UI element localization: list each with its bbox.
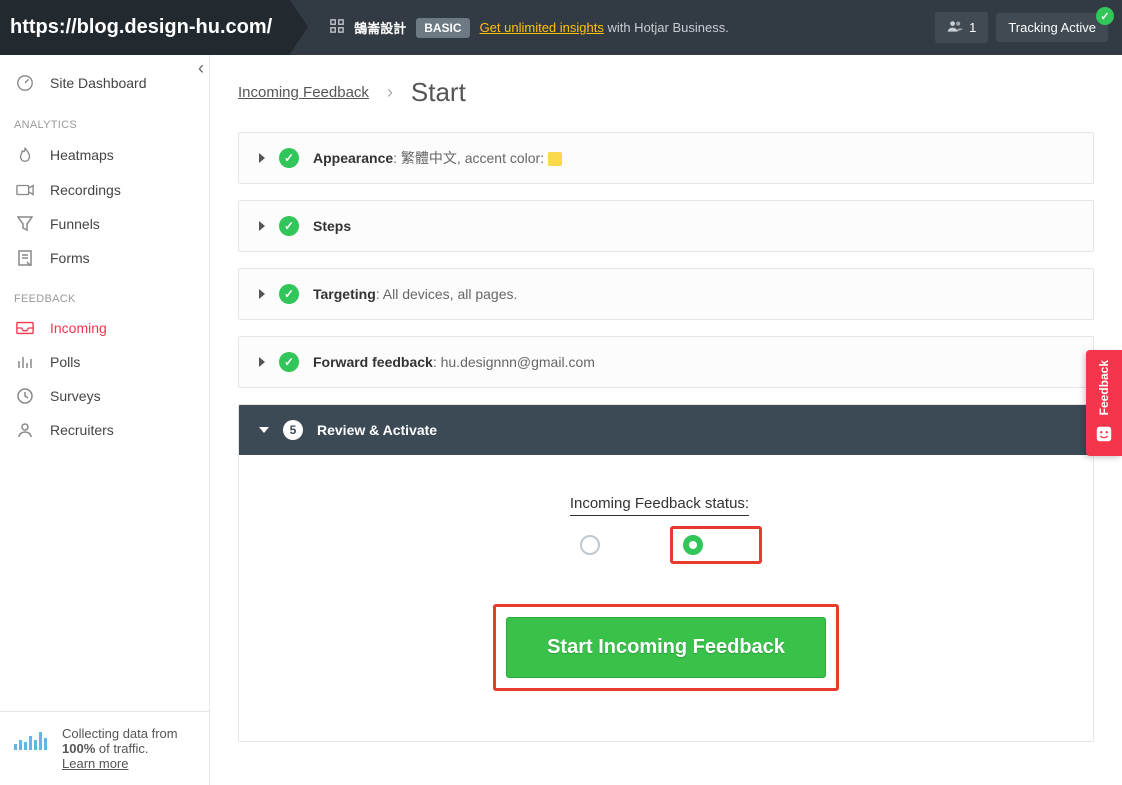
panel-subtitle: : 繁體中文, accent color: xyxy=(393,150,548,166)
radio-icon xyxy=(580,535,600,555)
start-highlight: Start Incoming Feedback xyxy=(493,604,839,691)
caret-right-icon xyxy=(259,221,265,231)
panel-title: Steps xyxy=(313,218,351,234)
sidebar-item-polls[interactable]: Polls xyxy=(0,345,209,379)
sidebar-item-label: Funnels xyxy=(50,216,100,232)
content: Incoming Feedback › Start ✓ Appearance: … xyxy=(210,55,1122,785)
flame-icon xyxy=(14,146,36,164)
panel-title: Targeting xyxy=(313,286,376,302)
upgrade-suffix: with Hotjar Business. xyxy=(604,20,729,35)
sidebar-item-label: Site Dashboard xyxy=(50,75,147,91)
feedback-tab-label: Feedback xyxy=(1097,360,1111,415)
panel-subtitle: : All devices, all pages. xyxy=(376,286,518,302)
panel-review-body: Incoming Feedback status: Inactive Activ… xyxy=(239,455,1093,741)
sidebar-item-recordings[interactable]: Recordings xyxy=(0,173,209,207)
sidebar-item-label: Recruiters xyxy=(50,422,114,438)
top-bar: https://blog.design-hu.com/ 鵠崙設計 BASIC G… xyxy=(0,0,1122,55)
site-name[interactable]: 鵠崙設計 xyxy=(354,18,406,37)
funnel-icon xyxy=(14,216,36,232)
sidebar-item-recruiters[interactable]: Recruiters xyxy=(0,413,209,447)
site-url[interactable]: https://blog.design-hu.com/ xyxy=(0,0,290,55)
radio-label: Active xyxy=(711,537,749,553)
radio-label: Inactive xyxy=(608,537,656,553)
sidebar-item-forms[interactable]: Forms xyxy=(0,241,209,275)
footer-line1: Collecting data from xyxy=(62,726,178,741)
breadcrumb-current: Start xyxy=(411,77,466,108)
tracking-label: Tracking Active xyxy=(1008,20,1096,35)
breadcrumb-parent[interactable]: Incoming Feedback xyxy=(238,84,369,101)
sidebar-item-label: Incoming xyxy=(50,320,107,336)
upgrade-message: Get unlimited insights with Hotjar Busin… xyxy=(480,20,729,35)
caret-down-icon xyxy=(259,427,269,433)
feedback-tab[interactable]: Feedback xyxy=(1086,350,1122,456)
sidebar-item-surveys[interactable]: Surveys xyxy=(0,379,209,413)
plan-badge: BASIC xyxy=(416,18,469,38)
start-button[interactable]: Start Incoming Feedback xyxy=(506,617,826,678)
panel-appearance[interactable]: ✓ Appearance: 繁體中文, accent color: xyxy=(238,132,1094,184)
radio-active[interactable]: Active xyxy=(670,526,762,564)
sidebar-item-label: Recordings xyxy=(50,182,121,198)
user-count: 1 xyxy=(969,20,976,35)
panel-title: Forward feedback xyxy=(313,354,433,370)
status-label: Incoming Feedback status: xyxy=(570,495,749,516)
chart-icon xyxy=(14,354,36,370)
sidebar-item-dashboard[interactable]: Site Dashboard xyxy=(0,65,209,101)
color-swatch xyxy=(548,152,562,166)
users-icon xyxy=(947,19,963,36)
grid-icon xyxy=(330,19,344,36)
sidebar-item-incoming[interactable]: Incoming xyxy=(0,311,209,345)
panel-review-head[interactable]: 5 Review & Activate xyxy=(239,405,1093,455)
tracking-pill[interactable]: Tracking Active ✓ xyxy=(996,13,1108,42)
check-icon: ✓ xyxy=(1096,7,1114,25)
group-analytics: ANALYTICS xyxy=(14,119,209,131)
top-center: 鵠崙設計 BASIC Get unlimited insights with H… xyxy=(330,18,729,38)
users-pill[interactable]: 1 xyxy=(935,12,988,43)
sidebar: ‹ Site Dashboard ANALYTICS Heatmaps Reco… xyxy=(0,55,210,785)
check-icon: ✓ xyxy=(279,216,299,236)
clock-icon xyxy=(14,388,36,404)
breadcrumb: Incoming Feedback › Start xyxy=(238,77,1094,108)
caret-right-icon xyxy=(259,357,265,367)
panel-subtitle: : hu.designnn@gmail.com xyxy=(433,354,595,370)
panel-targeting[interactable]: ✓ Targeting: All devices, all pages. xyxy=(238,268,1094,320)
camera-icon xyxy=(14,183,36,197)
sidebar-item-heatmaps[interactable]: Heatmaps xyxy=(0,137,209,173)
panel-review: 5 Review & Activate Incoming Feedback st… xyxy=(238,404,1094,742)
sidebar-footer: Collecting data from 100% of traffic. Le… xyxy=(0,711,209,785)
sidebar-item-label: Heatmaps xyxy=(50,147,114,163)
gauge-icon xyxy=(14,74,36,92)
status-radio-group: Inactive Active xyxy=(570,526,762,564)
panel-title: Appearance xyxy=(313,150,393,166)
check-icon: ✓ xyxy=(279,284,299,304)
inbox-icon xyxy=(14,321,36,335)
sidebar-item-label: Polls xyxy=(50,354,80,370)
check-icon: ✓ xyxy=(279,352,299,372)
upgrade-link[interactable]: Get unlimited insights xyxy=(480,20,604,35)
panel-title: Review & Activate xyxy=(317,422,437,438)
smiley-icon xyxy=(1095,425,1113,446)
caret-right-icon xyxy=(259,289,265,299)
form-icon xyxy=(14,250,36,266)
step-number: 5 xyxy=(283,420,303,440)
radio-inactive[interactable]: Inactive xyxy=(570,529,666,561)
mini-chart-icon xyxy=(14,726,50,750)
learn-more-link[interactable]: Learn more xyxy=(62,756,128,771)
radio-icon xyxy=(683,535,703,555)
collapse-sidebar-icon[interactable]: ‹ xyxy=(192,59,210,77)
person-icon xyxy=(14,422,36,438)
sidebar-item-label: Forms xyxy=(50,250,90,266)
group-feedback: FEEDBACK xyxy=(14,293,209,305)
sidebar-item-label: Surveys xyxy=(50,388,101,404)
panel-steps[interactable]: ✓ Steps xyxy=(238,200,1094,252)
caret-right-icon xyxy=(259,153,265,163)
sidebar-item-funnels[interactable]: Funnels xyxy=(0,207,209,241)
check-icon: ✓ xyxy=(279,148,299,168)
top-right: 1 Tracking Active ✓ xyxy=(935,12,1122,43)
chevron-right-icon: › xyxy=(387,82,393,103)
panel-forward[interactable]: ✓ Forward feedback: hu.designnn@gmail.co… xyxy=(238,336,1094,388)
footer-line2: 100% of traffic. xyxy=(62,741,178,756)
